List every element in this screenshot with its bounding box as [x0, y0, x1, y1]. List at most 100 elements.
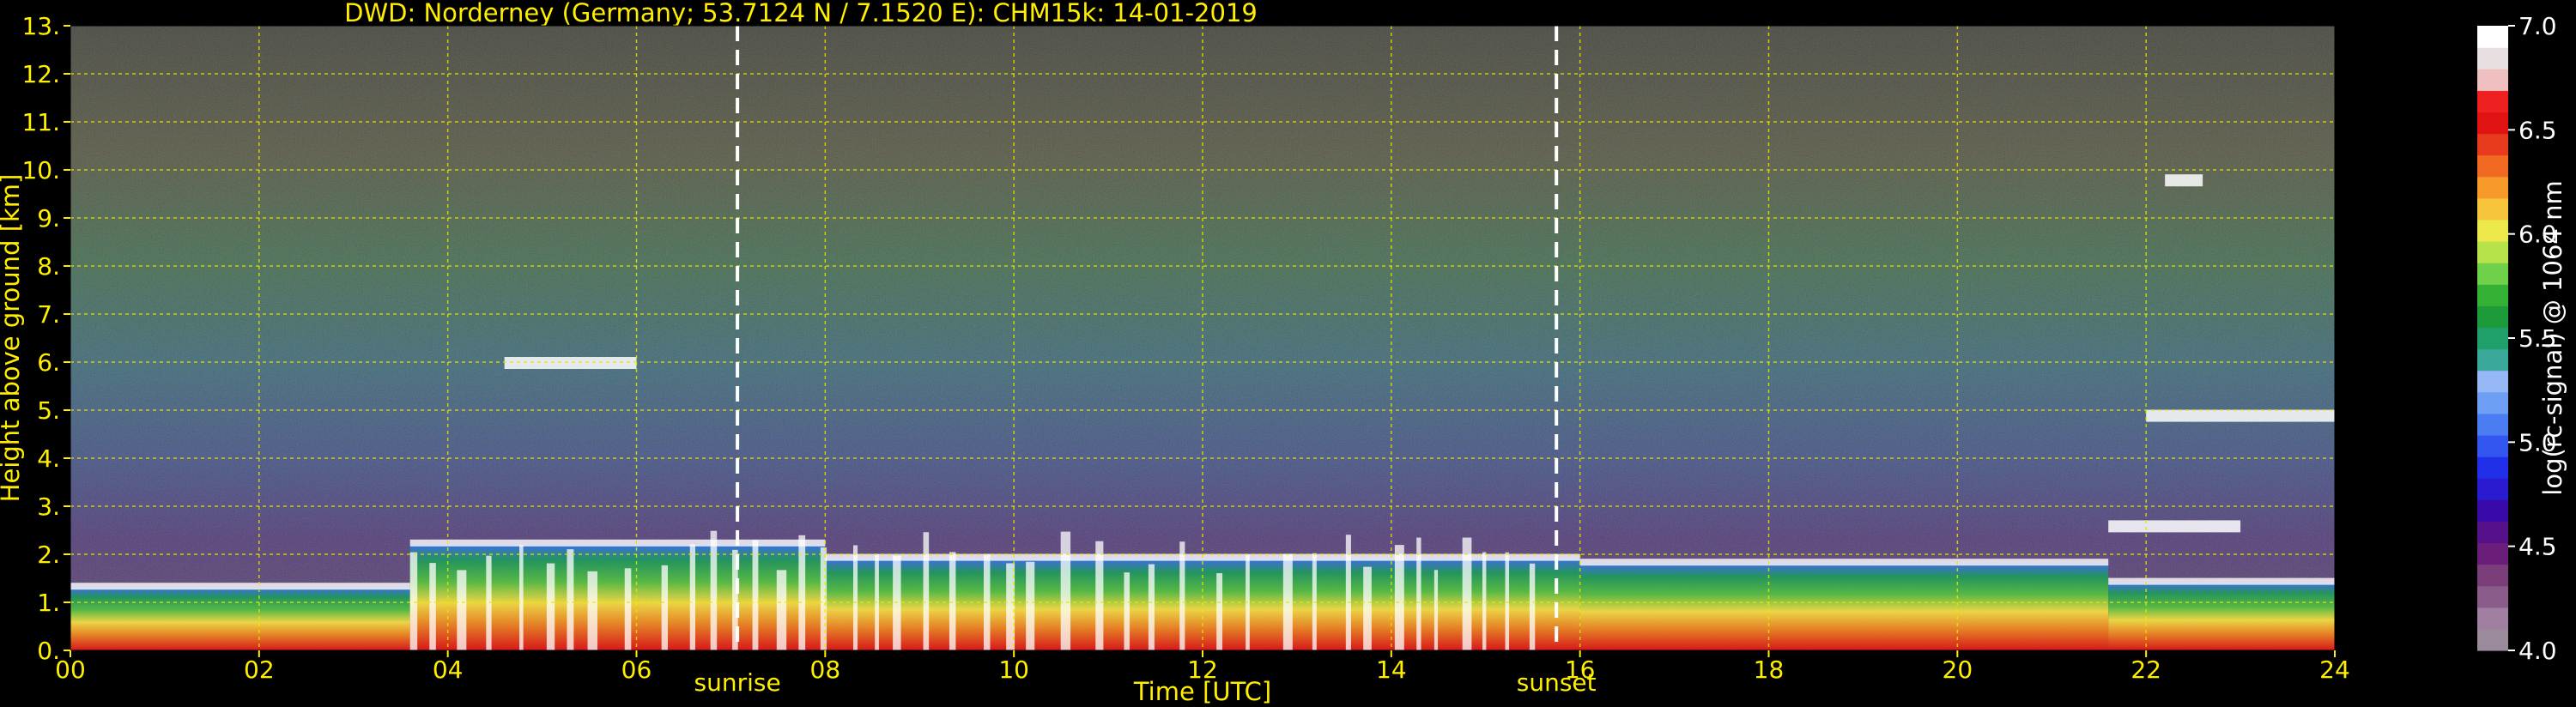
boundary-layer-segment	[409, 544, 826, 650]
cloud-streak	[1505, 552, 1510, 650]
x-tick-label: 08	[810, 656, 841, 684]
colorbar-swatch	[2477, 284, 2508, 306]
cloud-streak	[798, 535, 806, 650]
colorbar-label: log(rc-signal) @ 1064 nm	[2538, 180, 2567, 495]
cloud-streak	[1433, 570, 1439, 650]
cloud-streak	[689, 544, 695, 650]
x-tick-label: 10	[998, 656, 1029, 684]
colorbar-swatch	[2477, 370, 2508, 393]
colorbar-swatch	[2477, 241, 2508, 263]
cloud-streak	[893, 555, 901, 650]
y-tick-label: 4.	[37, 444, 60, 473]
x-tick-label: 18	[1754, 656, 1785, 684]
y-tick-label: 12.	[21, 60, 60, 88]
x-tick-label: 14	[1376, 656, 1407, 684]
x-tick-label: 16	[1565, 656, 1596, 684]
cloud-streak	[923, 532, 930, 650]
colorbar-swatch	[2477, 154, 2508, 178]
cloud-streak	[949, 552, 956, 650]
colorbar-swatch	[2477, 478, 2508, 500]
colorbar-swatch	[2477, 434, 2508, 457]
cloud-streak	[1394, 545, 1404, 650]
y-tick-label: 3.	[37, 492, 60, 521]
colorbar-swatch	[2477, 607, 2508, 630]
cloud-streak	[567, 549, 574, 650]
colorbar-swatch	[2477, 327, 2508, 350]
colorbar-swatch	[2477, 456, 2508, 479]
cloud-streak	[519, 545, 524, 650]
colorbar-tick-label: 4.5	[2518, 533, 2557, 561]
colorbar-swatch	[2477, 499, 2508, 522]
cloud-top-band	[1579, 559, 2109, 566]
boundary-layer-segment	[1579, 564, 2109, 650]
cloud-streak	[587, 571, 598, 650]
colorbar-swatch	[2477, 112, 2508, 135]
x-tick-label: 24	[2319, 656, 2350, 684]
elevated-cloud-layer	[2146, 409, 2335, 422]
y-tick-label: 11.	[21, 108, 60, 136]
cloud-streak	[852, 545, 858, 650]
cloud-streak	[1482, 552, 1487, 650]
y-tick-label: 2.	[37, 541, 60, 569]
y-tick-label: 7.	[37, 300, 60, 329]
cloud-streak	[661, 565, 669, 650]
colorbar-swatch	[2477, 197, 2508, 221]
y-tick-label: 6.	[37, 348, 60, 377]
y-axis-label: Height above ground [km]	[0, 174, 25, 503]
cloud-streak	[752, 540, 759, 650]
cloud-top-band	[409, 539, 826, 547]
cloud-streak	[1148, 564, 1155, 650]
x-tick-label: 04	[433, 656, 464, 684]
colorbar-tick-label: 6.5	[2518, 116, 2557, 144]
cloud-streak	[1026, 561, 1035, 650]
colorbar-swatch	[2477, 26, 2508, 48]
x-tick-label: 20	[1943, 656, 1973, 684]
cloud-streak	[1060, 531, 1071, 650]
y-tick-label: 13.	[21, 12, 60, 40]
cloud-top-band	[2108, 577, 2335, 585]
boundary-layer-segment	[2108, 583, 2335, 650]
y-tick-label: 9.	[37, 204, 60, 233]
elevated-cloud-layer	[2165, 174, 2203, 187]
y-tick-label: 0.	[37, 637, 60, 665]
x-tick-label: 06	[621, 656, 652, 684]
colorbar-swatch	[2477, 585, 2508, 608]
y-tick-label: 5.	[37, 396, 60, 425]
elevated-cloud-layer	[504, 357, 637, 369]
colorbar-swatch	[2477, 69, 2508, 91]
cloud-streak	[710, 530, 718, 650]
colorbar-swatch	[2477, 263, 2508, 285]
cloud-streak	[486, 555, 492, 650]
colorbar-swatch	[2477, 348, 2508, 372]
cloud-streak	[776, 570, 787, 650]
cloud-streak	[1345, 535, 1351, 650]
cloud-streak	[1179, 541, 1185, 650]
cloud-streak	[1124, 572, 1130, 650]
colorbar-swatch	[2477, 176, 2508, 199]
cloud-streak	[409, 552, 418, 650]
y-tick-label: 10.	[21, 156, 60, 184]
cloud-streak	[1216, 573, 1223, 650]
cloud-streak	[457, 570, 467, 650]
colorbar-swatch	[2477, 133, 2508, 156]
colorbar-swatch	[2477, 47, 2508, 69]
colorbar-swatch	[2477, 564, 2508, 587]
cloud-streak	[429, 563, 436, 650]
cloud-streak	[1529, 563, 1536, 650]
colorbar-swatch	[2477, 521, 2508, 544]
ceilometer-chart: sunrise sunset00 02 04 06 08 10 12 14 16 18 20 22 240…	[0, 12, 2567, 706]
cloud-streak	[1095, 541, 1104, 650]
colorbar-swatch	[2477, 90, 2508, 113]
y-tick-label: 8.	[37, 252, 60, 281]
colorbar-swatch	[2477, 305, 2508, 329]
colorbar-tick-label: 7.0	[2518, 12, 2557, 40]
x-axis-label: Time [UTC]	[1133, 677, 1271, 706]
annotation-label-sunrise: sunrise	[694, 668, 781, 697]
cloud-streak	[546, 563, 555, 650]
colorbar-swatch	[2477, 628, 2508, 651]
x-tick-label: 02	[244, 656, 275, 684]
colorbar-swatch	[2477, 391, 2508, 414]
cloud-top-band	[70, 583, 410, 590]
cloud-streak	[624, 568, 632, 650]
x-tick-label: 22	[2131, 656, 2161, 684]
